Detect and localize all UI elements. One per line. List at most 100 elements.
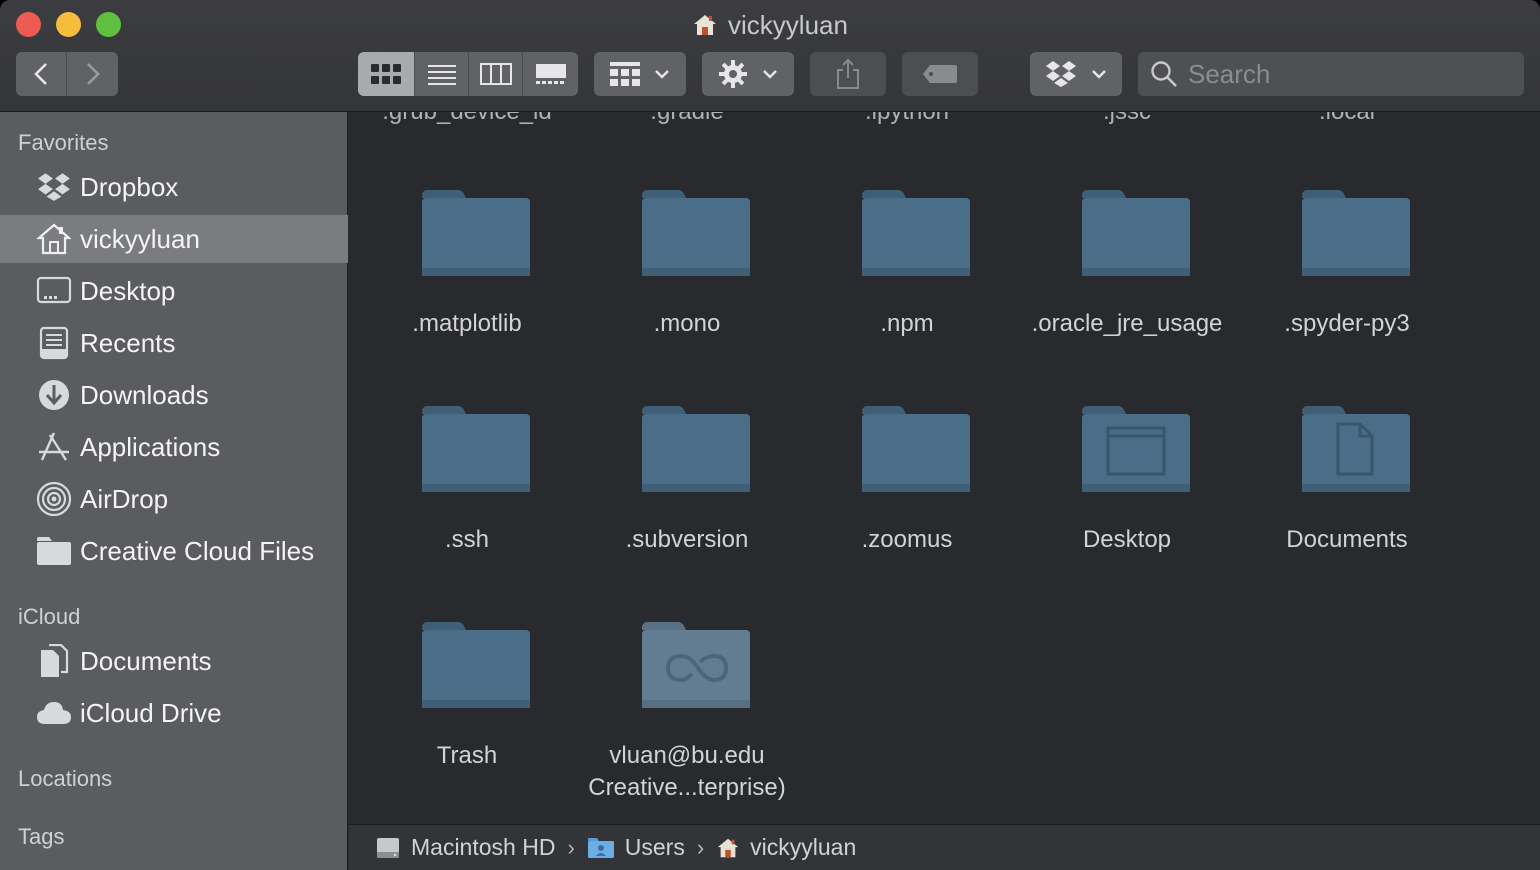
home-icon (716, 836, 740, 860)
path-crumb-label: Macintosh HD (411, 834, 556, 860)
list-view-button[interactable] (415, 52, 469, 96)
sidebar-item-label: Desktop (80, 275, 176, 306)
creative-cloud-folder-item[interactable]: vluan@bu.edu Creative...terprise) (577, 620, 797, 820)
applications-icon (36, 429, 72, 465)
file-label: .mono (653, 310, 721, 337)
dropbox-toolbar-button[interactable] (1030, 52, 1122, 96)
search-icon (1151, 61, 1177, 87)
sidebar-item-label: vickyyluan (80, 223, 200, 254)
home-icon (692, 12, 718, 44)
file-grid: .grub_device_id .gradle .ipython .jssc .… (349, 112, 1540, 824)
folder-item[interactable]: .subversion (577, 404, 797, 604)
gear-icon (719, 60, 747, 88)
column-view-button[interactable] (469, 52, 523, 96)
favorites-header: Favorites (18, 130, 109, 155)
folder-item[interactable]: .oracle_jre_usage (1017, 188, 1237, 388)
path-crumb-home[interactable]: vickyyluan (716, 834, 856, 861)
path-crumb-users[interactable]: Users (587, 834, 685, 861)
dropbox-icon (36, 169, 72, 205)
documents-folder-icon (1302, 406, 1410, 492)
file-label[interactable]: .grub_device_id (357, 112, 577, 126)
sidebar-item-label: AirDrop (80, 483, 169, 514)
recents-icon (36, 325, 72, 361)
sidebar-item-label: Applications (80, 431, 221, 462)
file-label: Documents (1286, 526, 1408, 553)
sidebar-item-home[interactable]: vickyyluan (0, 215, 348, 263)
gallery-view-button[interactable] (523, 52, 578, 96)
chevron-down-icon (763, 70, 777, 79)
forward-button[interactable] (67, 52, 118, 96)
sidebar-item-label: Creative Cloud Files (80, 535, 315, 566)
gallery-icon (535, 64, 566, 84)
airdrop-icon (36, 481, 72, 517)
chevron-left-icon (34, 63, 47, 85)
sidebar-item-creative-cloud[interactable]: Creative Cloud Files (0, 527, 348, 575)
folder-item[interactable]: .matplotlib (357, 188, 577, 388)
file-label[interactable]: .ipython (797, 112, 1017, 126)
path-bar: Macintosh HD › Users › vickyyluan (349, 824, 1540, 870)
desktop-folder-item[interactable]: Desktop (1017, 404, 1237, 604)
folder-icon (422, 406, 530, 492)
sidebar-item-icloud-documents[interactable]: Documents (0, 637, 348, 685)
documents-icon (36, 643, 72, 679)
home-icon (36, 221, 72, 257)
downloads-icon (36, 377, 72, 413)
sidebar-item-recents[interactable]: Recents (0, 319, 348, 367)
path-crumb-macintosh-hd[interactable]: Macintosh HD (375, 834, 555, 861)
tags-header[interactable]: Tags (18, 824, 64, 850)
folder-icon (1302, 190, 1410, 276)
tag-button[interactable] (902, 52, 978, 96)
folder-item[interactable]: .spyder-py3 (1237, 188, 1457, 388)
locations-header[interactable]: Locations (18, 766, 112, 792)
documents-folder-item[interactable]: Documents (1237, 404, 1457, 604)
group-by-button[interactable] (594, 52, 686, 96)
file-label[interactable]: .gradle (577, 112, 797, 126)
users-folder-icon (587, 837, 615, 859)
file-label[interactable]: .local (1237, 112, 1457, 126)
desktop-folder-icon (1082, 406, 1190, 492)
nav-buttons (16, 52, 118, 96)
folder-item[interactable]: .npm (797, 188, 1017, 388)
search-input[interactable] (1188, 58, 1508, 90)
folder-icon (36, 533, 72, 569)
finder-window: vickyyluan Search Favorites Dropbox vick… (0, 0, 1540, 870)
group-grid-icon (610, 62, 640, 86)
file-label: .oracle_jre_usage (1031, 310, 1223, 337)
sidebar-item-dropbox[interactable]: Dropbox (0, 163, 348, 211)
path-crumb-label: vickyyluan (750, 834, 857, 860)
folder-item[interactable]: .mono (577, 188, 797, 388)
file-label[interactable]: .jssc (1017, 112, 1237, 126)
back-button[interactable] (16, 52, 67, 96)
sidebar-item-downloads[interactable]: Downloads (0, 371, 348, 419)
sidebar-item-applications[interactable]: Applications (0, 423, 348, 471)
dropbox-icon (1046, 61, 1076, 87)
sidebar: Favorites Dropbox vickyyluan Desktop Rec… (0, 112, 348, 870)
file-label: vluan@bu.edu Creative...terprise) (588, 742, 786, 801)
file-label: Desktop (1082, 526, 1172, 553)
view-mode-control (358, 52, 578, 96)
folder-icon (642, 406, 750, 492)
partially-visible-row: .grub_device_id .gradle .ipython .jssc .… (349, 112, 1540, 125)
file-label: .zoomus (861, 526, 953, 553)
cloud-icon (36, 695, 72, 731)
file-label: .ssh (444, 526, 489, 553)
icloud-header: iCloud (18, 604, 81, 629)
sidebar-item-icloud-drive[interactable]: iCloud Drive (0, 689, 348, 737)
search-field[interactable] (1138, 52, 1524, 96)
share-button[interactable] (810, 52, 886, 96)
sidebar-item-desktop[interactable]: Desktop (0, 267, 348, 315)
action-button[interactable] (702, 52, 794, 96)
share-icon (837, 58, 859, 89)
icon-view-button[interactable] (358, 52, 415, 96)
folder-icon (422, 190, 530, 276)
folder-item[interactable]: Trash (357, 620, 577, 820)
sidebar-item-label: Recents (80, 327, 176, 358)
file-label: .spyder-py3 (1284, 310, 1410, 337)
file-label: .matplotlib (412, 310, 522, 337)
grid-icon (371, 64, 401, 84)
hard-drive-icon (375, 835, 401, 861)
folder-item[interactable]: .ssh (357, 404, 577, 604)
folder-item[interactable]: .zoomus (797, 404, 1017, 604)
sidebar-item-label: Documents (80, 645, 212, 676)
sidebar-item-airdrop[interactable]: AirDrop (0, 475, 348, 523)
